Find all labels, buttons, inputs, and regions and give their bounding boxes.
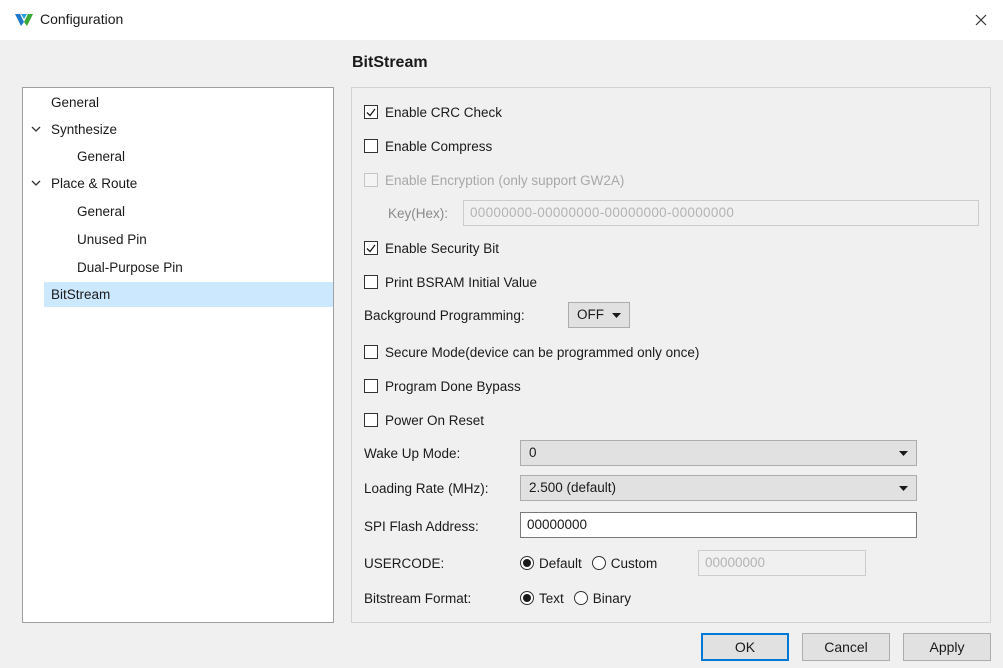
checkmark-icon: [366, 244, 376, 252]
usercode-default-option[interactable]: Default: [520, 556, 582, 571]
background-programming-label: Background Programming:: [364, 308, 525, 323]
enable-compress-checkbox[interactable]: [364, 139, 378, 153]
print-bsram-checkbox[interactable]: [364, 275, 378, 289]
tree-item-place-route[interactable]: Place & Route: [23, 171, 333, 196]
enable-security-bit-checkbox[interactable]: [364, 241, 378, 255]
bitstream-format-text-option[interactable]: Text: [520, 591, 564, 606]
window-title: Configuration: [40, 11, 124, 27]
tree-item-label: General: [51, 95, 100, 110]
loading-rate-value: 2.500 (default): [529, 480, 617, 495]
bitstream-format-binary-radio[interactable]: [573, 591, 588, 605]
secure-mode-label: Secure Mode(device can be programmed onl…: [385, 344, 700, 360]
background-programming-select[interactable]: OFF: [568, 302, 630, 328]
usercode-default-radio[interactable]: [520, 556, 534, 570]
bitstream-format-text-label: Text: [539, 590, 564, 606]
power-on-reset-checkbox[interactable]: [364, 413, 378, 427]
chevron-down-icon[interactable]: [31, 117, 43, 142]
tree-item-label: General: [77, 149, 126, 164]
tree-item-bitstream[interactable]: BitStream: [44, 282, 333, 307]
wake-up-mode-label: Wake Up Mode:: [364, 446, 461, 461]
background-programming-value: OFF: [577, 307, 604, 322]
bitstream-settings-panel: Enable CRC Check Enable Compress Enable …: [351, 87, 991, 623]
usercode-custom-radio[interactable]: [591, 556, 606, 570]
dropdown-arrow-icon: [899, 451, 908, 456]
enable-security-bit-option[interactable]: Enable Security Bit: [364, 238, 499, 258]
print-bsram-label: Print BSRAM Initial Value: [385, 274, 538, 290]
tree-item-label: Dual-Purpose Pin: [77, 260, 183, 275]
nav-tree: General Synthesize General Place & Route…: [22, 87, 334, 623]
key-hex-field: 00000000-00000000-00000000-00000000: [463, 200, 979, 226]
usercode-custom-label: Custom: [610, 555, 658, 571]
chevron-down-icon[interactable]: [31, 171, 43, 196]
spi-flash-address-label: SPI Flash Address:: [364, 519, 479, 534]
ok-button[interactable]: OK: [701, 633, 789, 661]
bitstream-format-radio-group: Text Binary: [520, 587, 641, 609]
tree-item-general[interactable]: General: [23, 90, 333, 115]
tree-item-dual-purpose-pin[interactable]: Dual-Purpose Pin: [23, 255, 333, 280]
enable-encryption-label: Enable Encryption (only support GW2A): [385, 172, 625, 188]
wake-up-mode-select[interactable]: 0: [520, 440, 917, 466]
tree-item-label: BitStream: [51, 287, 111, 302]
key-hex-label: Key(Hex):: [388, 206, 449, 221]
bitstream-format-binary-option[interactable]: Binary: [573, 590, 632, 606]
enable-crc-check-label: Enable CRC Check: [385, 104, 503, 120]
enable-crc-check-checkbox[interactable]: [364, 105, 378, 119]
usercode-default-label: Default: [539, 555, 582, 571]
tree-item-label: Place & Route: [51, 176, 138, 191]
close-button[interactable]: [967, 6, 995, 34]
enable-security-bit-label: Enable Security Bit: [385, 240, 500, 256]
apply-button[interactable]: Apply: [903, 633, 991, 661]
enable-compress-option[interactable]: Enable Compress: [364, 136, 492, 156]
bitstream-format-binary-label: Binary: [592, 590, 632, 606]
checkmark-icon: [366, 108, 376, 116]
title-bar: Configuration: [0, 0, 1003, 40]
power-on-reset-label: Power On Reset: [385, 412, 485, 428]
tree-item-place-route-general[interactable]: General: [23, 199, 333, 224]
usercode-custom-option[interactable]: Custom: [591, 555, 658, 571]
tree-item-label: General: [77, 204, 126, 219]
usercode-radio-group: Default Custom: [520, 552, 667, 574]
bitstream-format-text-radio[interactable]: [520, 591, 534, 605]
print-bsram-option[interactable]: Print BSRAM Initial Value: [364, 272, 537, 292]
page-title: BitStream: [352, 54, 428, 71]
bitstream-format-label: Bitstream Format:: [364, 591, 472, 606]
cancel-button[interactable]: Cancel: [802, 633, 890, 661]
secure-mode-checkbox[interactable]: [364, 345, 378, 359]
tree-item-label: Synthesize: [51, 122, 118, 137]
gowin-logo-icon: [14, 11, 34, 29]
loading-rate-label: Loading Rate (MHz):: [364, 481, 489, 496]
wake-up-mode-value: 0: [529, 445, 537, 460]
power-on-reset-option[interactable]: Power On Reset: [364, 410, 484, 430]
loading-rate-select[interactable]: 2.500 (default): [520, 475, 917, 501]
close-icon: [975, 14, 987, 26]
enable-encryption-option: Enable Encryption (only support GW2A): [364, 170, 624, 190]
dropdown-arrow-icon: [612, 313, 621, 318]
program-done-bypass-checkbox[interactable]: [364, 379, 378, 393]
program-done-bypass-label: Program Done Bypass: [385, 378, 521, 394]
spi-flash-address-field[interactable]: 00000000: [520, 512, 917, 538]
usercode-custom-field: 00000000: [698, 550, 866, 576]
tree-item-synthesize-general[interactable]: General: [23, 144, 333, 169]
tree-item-label: Unused Pin: [77, 232, 147, 247]
tree-item-unused-pin[interactable]: Unused Pin: [23, 227, 333, 252]
enable-encryption-checkbox: [364, 173, 378, 187]
secure-mode-option[interactable]: Secure Mode(device can be programmed onl…: [364, 342, 699, 362]
enable-compress-label: Enable Compress: [385, 138, 493, 154]
enable-crc-check-option[interactable]: Enable CRC Check: [364, 102, 502, 122]
usercode-label: USERCODE:: [364, 556, 445, 571]
tree-item-synthesize[interactable]: Synthesize: [23, 117, 333, 142]
program-done-bypass-option[interactable]: Program Done Bypass: [364, 376, 521, 396]
dropdown-arrow-icon: [899, 486, 908, 491]
